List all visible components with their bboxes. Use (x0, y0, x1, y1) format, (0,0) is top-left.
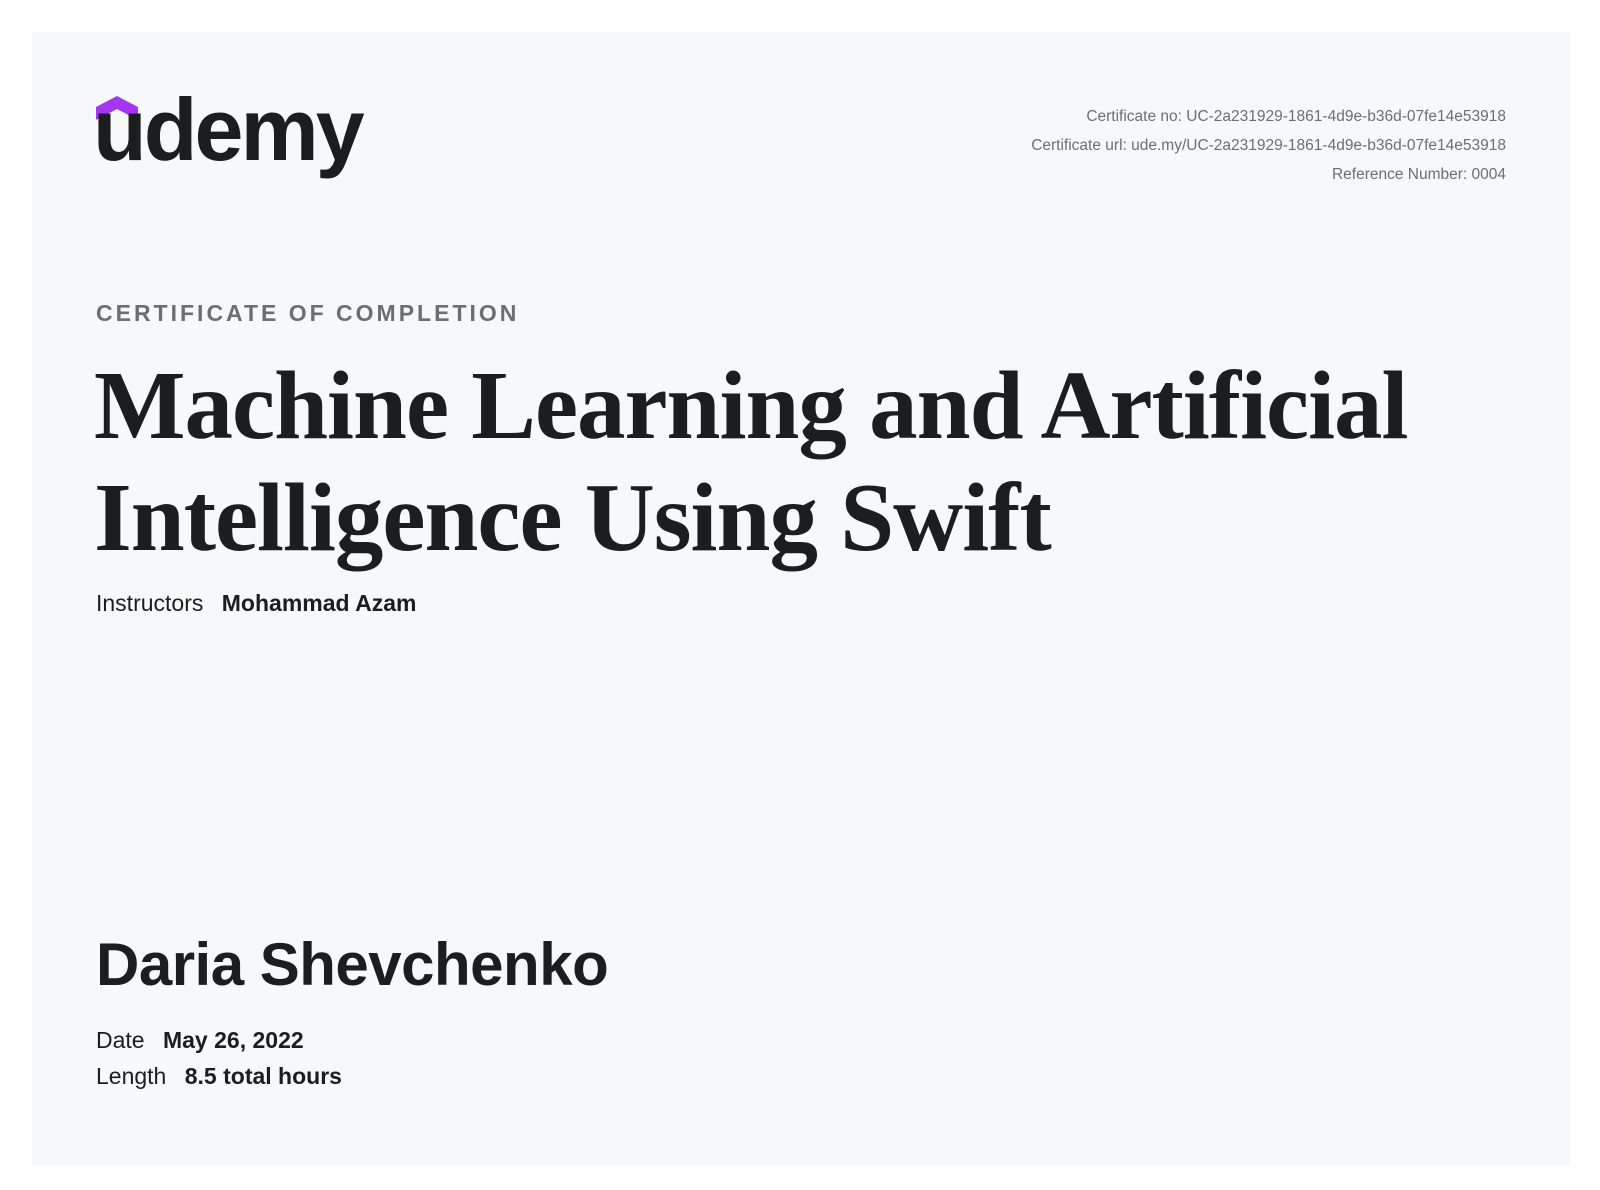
logo-wordmark: udemy (93, 80, 365, 179)
recipient-name: Daria Shevchenko (96, 931, 609, 998)
length-label: Length (96, 1063, 167, 1089)
date-label: Date (96, 1027, 145, 1053)
certificate-number: Certificate no: UC-2a231929-1861-4d9e-b3… (1086, 108, 1506, 125)
date-line: Date May 26, 2022 (96, 1027, 304, 1054)
udemy-logo: udemy (93, 86, 365, 196)
length-value: 8.5 total hours (184, 1063, 342, 1089)
instructors-line: Instructors Mohammad Azam (96, 590, 416, 617)
instructors-value: Mohammad Azam (221, 590, 417, 616)
course-title: Machine Learning and Artificial Intellig… (94, 352, 1409, 571)
date-value: May 26, 2022 (162, 1027, 304, 1053)
instructors-label: Instructors (96, 590, 204, 616)
length-line: Length 8.5 total hours (96, 1063, 342, 1090)
certificate-card: udemy Certificate no: UC-2a231929-1861-4… (32, 32, 1570, 1166)
reference-number: Reference Number: 0004 (1331, 166, 1506, 183)
certificate-meta: Certificate no: UC-2a231929-1861-4d9e-b3… (1031, 102, 1506, 189)
certificate-eyebrow: CERTIFICATE OF COMPLETION (96, 300, 520, 326)
certificate-url: Certificate url: ude.my/UC-2a231929-1861… (1031, 137, 1506, 154)
